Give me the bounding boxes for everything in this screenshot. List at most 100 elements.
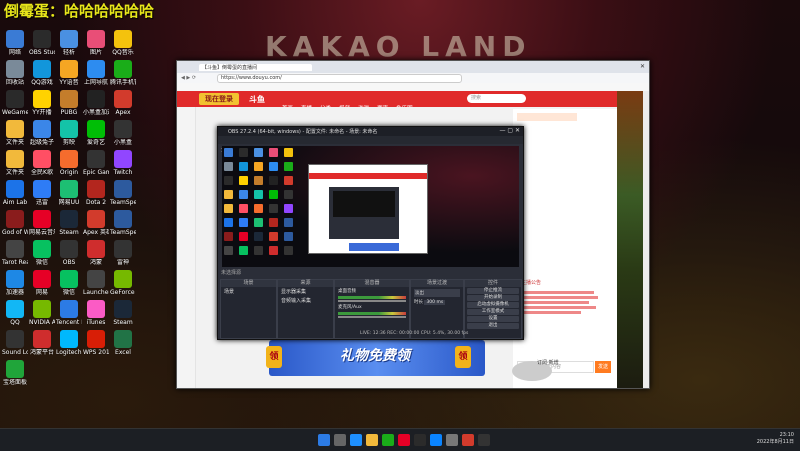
promo-badge[interactable]: 现在登录 — [199, 93, 239, 105]
desktop-icon-label: Launcher — [83, 289, 109, 296]
desktop-icon[interactable]: QQ游戏 — [29, 60, 55, 86]
close-icon[interactable]: — ▢ ✕ — [499, 127, 520, 134]
netease-icon[interactable] — [398, 434, 410, 446]
close-icon[interactable]: ✕ — [640, 63, 645, 70]
obs-control-button[interactable]: 开始录制 — [467, 295, 519, 301]
right-panel-tab[interactable] — [517, 113, 577, 121]
desktop-icon[interactable]: 雷神 — [110, 240, 136, 266]
desktop-icon[interactable]: Dota 2 — [83, 180, 109, 206]
desktop-icon[interactable]: Steam — [56, 210, 82, 236]
task-view-icon[interactable] — [350, 434, 362, 446]
desktop-icon[interactable]: QQ音乐 — [110, 30, 136, 56]
desktop-icon[interactable]: 微信 — [29, 240, 55, 266]
desktop-icon[interactable]: Launcher — [83, 270, 109, 296]
desktop-icon[interactable]: 文件夹 — [2, 150, 28, 176]
desktop-icon[interactable]: Twitch — [110, 150, 136, 176]
desktop-icon[interactable]: TeamSpeak — [110, 210, 136, 236]
announcement-text — [519, 289, 607, 341]
desktop-icon[interactable]: Steam — [110, 300, 136, 326]
settings-icon[interactable] — [446, 434, 458, 446]
obs-preview[interactable] — [222, 146, 519, 267]
desktop-icon[interactable]: 微信 — [56, 270, 82, 296]
browser-icon[interactable] — [430, 434, 442, 446]
obs-control-button[interactable]: 退出 — [467, 323, 519, 329]
desktop-icon[interactable]: 网易UU — [56, 180, 82, 206]
desktop-icon[interactable]: 鸿蒙平台 — [29, 330, 55, 356]
obs-control-button[interactable]: 启动虚拟摄像机 — [467, 302, 519, 308]
desktop-icon[interactable]: WPS 2019 — [83, 330, 109, 356]
desktop-icon[interactable]: iTunes — [83, 300, 109, 326]
desktop-icon[interactable]: Apex — [110, 90, 136, 116]
back-icon[interactable]: ◀ ▶ ⟳ — [181, 75, 196, 81]
file-explorer-icon[interactable] — [366, 434, 378, 446]
desktop-icon[interactable]: 文件夹 — [2, 120, 28, 146]
desktop-icon[interactable]: WeGame — [2, 90, 28, 116]
desktop-icon[interactable]: Epic Games — [83, 150, 109, 176]
volume-slider[interactable] — [338, 300, 406, 302]
obs-window[interactable]: OBS 27.2.4 (64-bit, windows) - 配置文件: 未命名… — [217, 126, 524, 340]
desktop-icon[interactable]: 上网导航 — [83, 60, 109, 86]
desktop-icon[interactable]: 回收站 — [2, 60, 28, 86]
scrollbar[interactable] — [643, 91, 649, 388]
desktop-icon[interactable]: PUBG — [56, 90, 82, 116]
search-input[interactable]: 搜索 — [467, 94, 526, 103]
desktop-icon[interactable]: Tencent Docs — [56, 300, 82, 326]
desktop-icon[interactable]: 迅雷 — [29, 180, 55, 206]
desktop-icon[interactable]: Excel — [110, 330, 136, 356]
desktop-icon[interactable]: Aim Lab — [2, 180, 28, 206]
desktop-icon[interactable]: God of War — [2, 210, 28, 236]
start-icon[interactable] — [318, 434, 330, 446]
desktop-icon[interactable]: 宝塔面板 — [2, 360, 28, 386]
desktop-icon[interactable]: OBS Studio — [29, 30, 55, 56]
desktop-icon[interactable]: Logitech G HUB — [56, 330, 82, 356]
duration-input[interactable]: 300 ms — [424, 300, 446, 305]
desktop-icon[interactable]: 超级兔子 — [29, 120, 55, 146]
obs-control-button[interactable]: 设置 — [467, 316, 519, 322]
desktop-icon[interactable]: YY语音 — [56, 60, 82, 86]
desktop-icon[interactable]: 轻析 — [56, 30, 82, 56]
preview-icon — [254, 190, 263, 199]
obs-icon[interactable] — [414, 434, 426, 446]
douyu-icon[interactable] — [462, 434, 474, 446]
desktop-icon[interactable]: 网易 — [29, 270, 55, 296]
desktop-icon[interactable]: 网络 — [2, 30, 28, 56]
desktop-icon[interactable]: 小黑盒加速器 — [83, 90, 109, 116]
preview-icon — [269, 246, 278, 255]
desktop-icon[interactable]: YY开播 — [29, 90, 55, 116]
site-logo[interactable]: 斗鱼 — [249, 94, 265, 105]
source-item[interactable]: 显示器采集 — [278, 287, 333, 296]
desktop-icon[interactable]: NVIDIA Audio — [29, 300, 55, 326]
desktop-icon[interactable]: 图片 — [83, 30, 109, 56]
browser-tab[interactable]: 【斗鱼】倒霉蛋的直播间 — [199, 64, 312, 71]
desktop-icon[interactable]: 爱奇艺 — [83, 120, 109, 146]
desktop-icon[interactable]: Tarot Reader — [2, 240, 28, 266]
desktop-icon[interactable]: Apex 英雄 — [83, 210, 109, 236]
wechat-icon[interactable] — [382, 434, 394, 446]
desktop-icon[interactable]: 网易云音乐 — [29, 210, 55, 236]
desktop-icon[interactable]: OBS — [56, 240, 82, 266]
send-button[interactable]: 发送 — [595, 361, 611, 373]
desktop-icon[interactable]: 剪映 — [56, 120, 82, 146]
desktop-icon[interactable]: GeForce Experience — [110, 270, 136, 296]
url-input[interactable]: https://www.douyu.com/ — [217, 74, 462, 83]
scene-item[interactable]: 场景 — [221, 287, 276, 296]
obs-control-button[interactable]: 工作室模式 — [467, 309, 519, 315]
desktop-icon[interactable]: 腾讯手机管家 — [110, 60, 136, 86]
desktop-icon[interactable]: Sound Lock — [2, 330, 28, 356]
terminal-icon[interactable] — [478, 434, 490, 446]
transition-select[interactable]: 淡出 — [414, 289, 460, 297]
volume-slider[interactable] — [338, 316, 406, 318]
desktop-icon[interactable]: 鸿蒙 — [83, 240, 109, 266]
desktop-icon[interactable]: QQ — [2, 300, 28, 326]
taskbar-clock[interactable]: 23:10 2022年8月11日 — [757, 432, 794, 446]
desktop-icon[interactable]: 全民K歌 — [29, 150, 55, 176]
desktop-icon-label: Logitech G HUB — [56, 349, 82, 356]
desktop-icon[interactable]: 加速器 — [2, 270, 28, 296]
desktop-icon[interactable]: TeamSpeak — [110, 180, 136, 206]
obs-control-button[interactable]: 停止推流 — [467, 288, 519, 294]
source-item[interactable]: 音频输入采集 — [278, 296, 333, 305]
search-icon[interactable] — [334, 434, 346, 446]
preview-icon — [269, 204, 278, 213]
desktop-icon[interactable]: 小黑盒 — [110, 120, 136, 146]
desktop-icon[interactable]: Origin — [56, 150, 82, 176]
